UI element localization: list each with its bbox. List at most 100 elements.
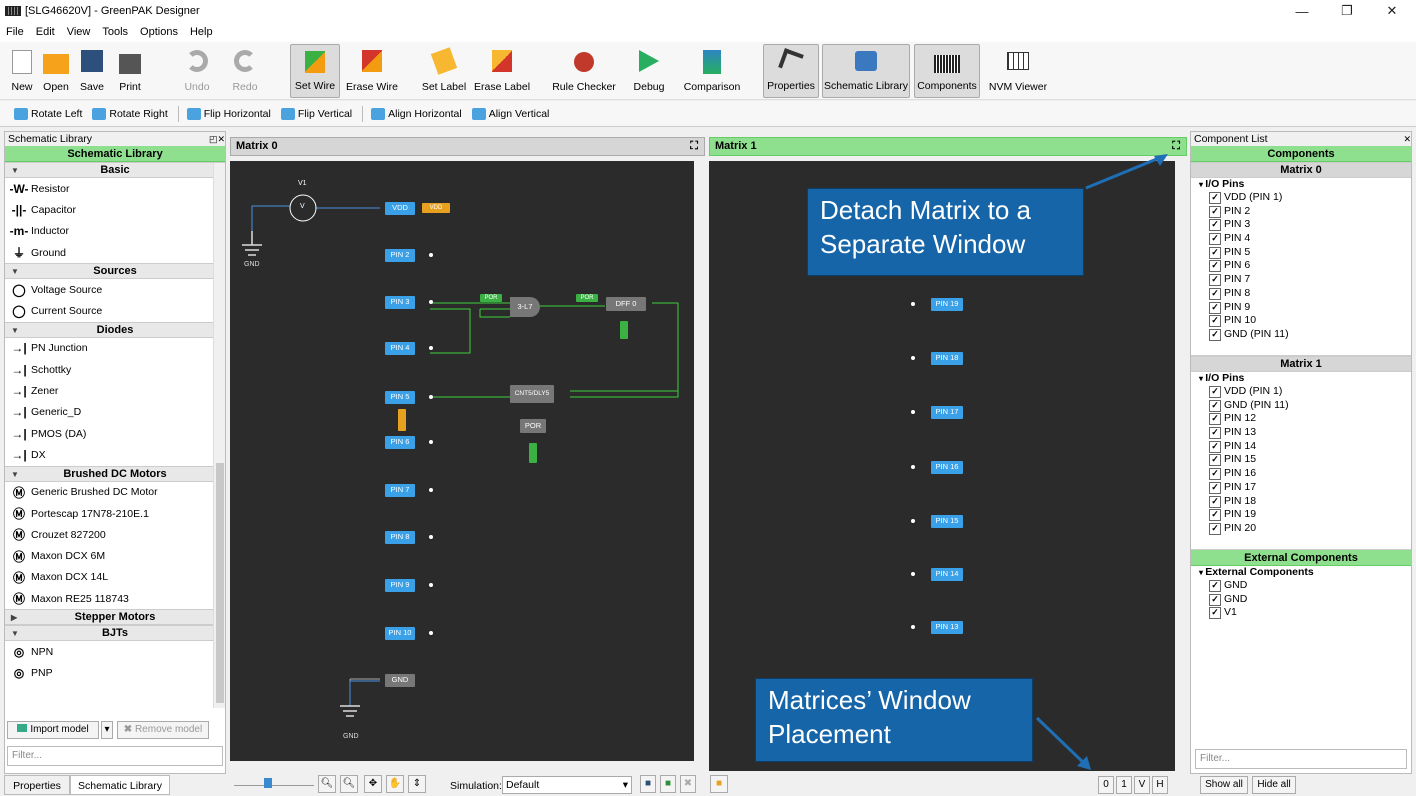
library-scrollbar[interactable]: [213, 163, 225, 708]
external-tree[interactable]: ▾ External Components GNDGNDV1: [1191, 566, 1411, 726]
placement-h-button[interactable]: H: [1152, 776, 1168, 794]
library-item[interactable]: Ⓜ Crouzet 827200: [5, 524, 225, 545]
nvm-viewer-button[interactable]: NVM Viewer: [986, 44, 1050, 98]
library-item[interactable]: →| PN Junction: [5, 338, 225, 359]
menu-file[interactable]: File: [6, 26, 24, 38]
matrix1-pin[interactable]: PIN 15: [931, 515, 963, 528]
matrix0-pin[interactable]: PIN 7: [385, 484, 415, 497]
library-item[interactable]: →| DX: [5, 444, 225, 465]
components-button[interactable]: Components: [914, 44, 980, 98]
detach-matrix0-icon[interactable]: ⛶: [690, 140, 698, 153]
library-item[interactable]: ⏚ Ground: [5, 242, 225, 263]
component-checkbox[interactable]: PIN 7: [1191, 273, 1411, 287]
maximize-button[interactable]: ❐: [1325, 0, 1369, 22]
matrix0-hscrollbar[interactable]: [230, 761, 694, 771]
probe-button[interactable]: ⇕: [408, 775, 426, 793]
zoom-slider[interactable]: [234, 778, 314, 788]
component-checkbox[interactable]: GND (PIN 11): [1191, 399, 1411, 413]
comparison-button[interactable]: Comparison: [682, 44, 742, 98]
import-model-button[interactable]: Import model: [7, 721, 99, 739]
zoom-slider-thumb[interactable]: [264, 778, 272, 788]
save-as-sim-button[interactable]: ■: [660, 775, 676, 793]
component-checkbox[interactable]: PIN 13: [1191, 426, 1411, 440]
component-checkbox[interactable]: PIN 9: [1191, 301, 1411, 315]
flip-vertical-button[interactable]: Flip Vertical: [280, 107, 352, 120]
library-item[interactable]: Ⓜ Generic Brushed DC Motor: [5, 482, 225, 503]
zoom-in-button[interactable]: 🔍︎: [340, 775, 358, 793]
library-item[interactable]: ◎ NPN: [5, 641, 225, 662]
undo-button[interactable]: Undo: [180, 44, 214, 98]
pin-node[interactable]: [429, 300, 433, 304]
schematic-library-button[interactable]: Schematic Library: [822, 44, 910, 98]
menu-help[interactable]: Help: [190, 26, 213, 38]
component-checkbox[interactable]: PIN 10: [1191, 314, 1411, 328]
dff-block[interactable]: DFF 0: [606, 297, 646, 311]
matrix1-pin[interactable]: PIN 16: [931, 461, 963, 474]
pin-node[interactable]: [911, 519, 915, 523]
matrix0-pin[interactable]: PIN 2: [385, 249, 415, 262]
component-checkbox[interactable]: GND: [1191, 579, 1411, 593]
component-checkbox[interactable]: GND: [1191, 593, 1411, 607]
menu-tools[interactable]: Tools: [102, 26, 128, 38]
pin-node[interactable]: [429, 583, 433, 587]
tree-group[interactable]: ▾ I/O Pins: [1191, 178, 1411, 191]
save-sim-button[interactable]: ■: [640, 775, 656, 793]
pin-node[interactable]: [911, 410, 915, 414]
matrix0-vscrollbar[interactable]: [694, 161, 705, 761]
pin-node[interactable]: [429, 440, 433, 444]
fit-view-button[interactable]: ✥: [364, 775, 382, 793]
erase-label-button[interactable]: Erase Label: [474, 44, 530, 98]
library-item[interactable]: →| PMOS (DA): [5, 423, 225, 444]
library-item[interactable]: -W- Resistor: [5, 178, 225, 199]
library-item[interactable]: ◎ PNP: [5, 663, 225, 684]
component-checkbox[interactable]: PIN 3: [1191, 218, 1411, 232]
menu-options[interactable]: Options: [140, 26, 178, 38]
component-checkbox[interactable]: PIN 17: [1191, 481, 1411, 495]
tab-properties[interactable]: Properties: [4, 775, 70, 795]
pin-node[interactable]: [429, 253, 433, 257]
pin-node[interactable]: [429, 488, 433, 492]
properties-button[interactable]: Properties: [763, 44, 819, 98]
pin-node[interactable]: [429, 395, 433, 399]
rotate-right-button[interactable]: Rotate Right: [92, 107, 168, 120]
open-button[interactable]: Open: [40, 44, 72, 98]
pin-node[interactable]: [911, 572, 915, 576]
flip-horizontal-button[interactable]: Flip Horizontal: [186, 107, 271, 120]
set-label-button[interactable]: Set Label: [422, 44, 466, 98]
por-block[interactable]: POR: [520, 419, 546, 433]
rule-checker-button[interactable]: Rule Checker: [552, 44, 616, 98]
component-checkbox[interactable]: PIN 15: [1191, 453, 1411, 467]
matrix0-pin[interactable]: PIN 3: [385, 296, 415, 309]
matrix0-pin[interactable]: PIN 8: [385, 531, 415, 544]
component-checkbox[interactable]: PIN 4: [1191, 232, 1411, 246]
library-item[interactable]: ◯ Voltage Source: [5, 279, 225, 300]
component-checkbox[interactable]: PIN 2: [1191, 205, 1411, 219]
library-item[interactable]: -||- Capacitor: [5, 199, 225, 220]
pin-node[interactable]: [911, 625, 915, 629]
align-vertical-button[interactable]: Align Vertical: [471, 107, 549, 120]
pin-node[interactable]: [429, 631, 433, 635]
scrollbar-thumb[interactable]: [216, 463, 224, 703]
placement-v-button[interactable]: V: [1134, 776, 1150, 794]
component-checkbox[interactable]: PIN 14: [1191, 440, 1411, 454]
debug-button[interactable]: Debug: [632, 44, 666, 98]
new-button[interactable]: New: [8, 44, 36, 98]
placement-0-button[interactable]: 0: [1098, 776, 1114, 794]
folder-button[interactable]: ■: [710, 775, 728, 793]
category-header[interactable]: ▼ Diodes: [5, 321, 225, 338]
align-horizontal-button[interactable]: Align Horizontal: [371, 107, 462, 120]
matrix0-pin[interactable]: PIN 5: [385, 391, 415, 404]
matrix1-pin[interactable]: PIN 19: [931, 298, 963, 311]
minimize-button[interactable]: —: [1280, 0, 1324, 22]
lut-block[interactable]: 3-L7: [510, 297, 540, 317]
placement-1-button[interactable]: 1: [1116, 776, 1132, 794]
matrix1-pin[interactable]: PIN 18: [931, 352, 963, 365]
library-filter-input[interactable]: Filter...: [7, 746, 223, 766]
library-item[interactable]: -m- Inductor: [5, 221, 225, 242]
tree-group[interactable]: ▾ External Components: [1191, 566, 1411, 579]
library-item[interactable]: →| Zener: [5, 380, 225, 401]
component-checkbox[interactable]: PIN 6: [1191, 259, 1411, 273]
close-icon[interactable]: ✕: [1403, 134, 1411, 145]
pin-node[interactable]: [429, 346, 433, 350]
pin-node[interactable]: [911, 302, 915, 306]
